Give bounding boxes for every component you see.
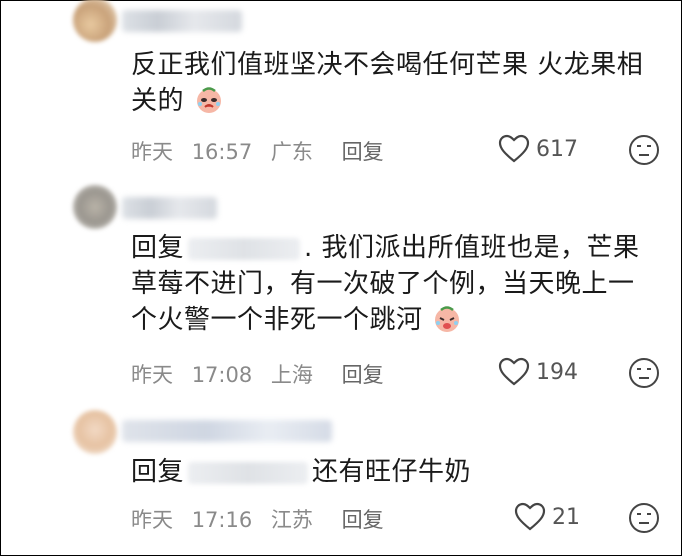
dislike-face-icon[interactable] [628,357,660,389]
like-button[interactable]: 21 [514,502,580,532]
mentioned-username-redacted[interactable] [188,237,301,260]
avatar[interactable] [73,185,117,229]
comment-meta: 昨天 17:16 江苏 回复 [131,504,396,534]
reply-prefix: 回复 [131,233,185,263]
username-redacted[interactable] [122,10,242,32]
dislike-face-icon[interactable] [628,134,660,166]
like-count: 617 [536,136,578,162]
comment-location: 广东 [270,140,313,164]
heart-icon [498,357,530,386]
username-redacted[interactable] [122,197,217,219]
heart-icon [514,502,546,531]
comment-text: 回复 还有旺仔牛奶 [131,454,651,490]
comment-body: 还有旺仔牛奶 [312,457,472,487]
comment-meta: 昨天 16:57 广东 回复 [131,136,396,166]
comment-time: 17:16 [191,508,253,532]
dislike-face-icon[interactable] [628,502,660,534]
like-count: 21 [552,504,580,530]
comment-date: 昨天 [131,508,173,532]
heart-icon [498,134,530,163]
crying-face-emoji-icon [435,306,460,332]
reply-prefix: 回复 [131,457,185,487]
username-redacted[interactable] [122,420,332,442]
like-button[interactable]: 194 [498,357,578,387]
reply-button[interactable]: 回复 [342,140,384,164]
comment-location: 江苏 [270,508,313,532]
comment-date: 昨天 [131,140,173,164]
reply-button[interactable]: 回复 [342,508,384,532]
avatar[interactable] [73,410,117,454]
avatar[interactable] [73,0,117,42]
crying-face-emoji-icon [196,87,221,113]
comment-date: 昨天 [131,363,173,387]
mentioned-username-redacted[interactable] [188,461,309,484]
like-button[interactable]: 617 [498,134,578,164]
like-count: 194 [536,359,578,385]
comment-text: 回复. 我们派出所值班也是，芒果草莓不进门，有一次破了个例，当天晚上一个火警一个… [131,230,651,338]
comment-meta: 昨天 17:08 上海 回复 [131,359,396,389]
comment-text: 反正我们值班坚决不会喝任何芒果 火龙果相关的 [131,47,651,119]
comment-time: 16:57 [191,140,253,164]
reply-button[interactable]: 回复 [342,363,384,387]
comment-time: 17:08 [191,363,253,387]
comment-location: 上海 [270,363,313,387]
